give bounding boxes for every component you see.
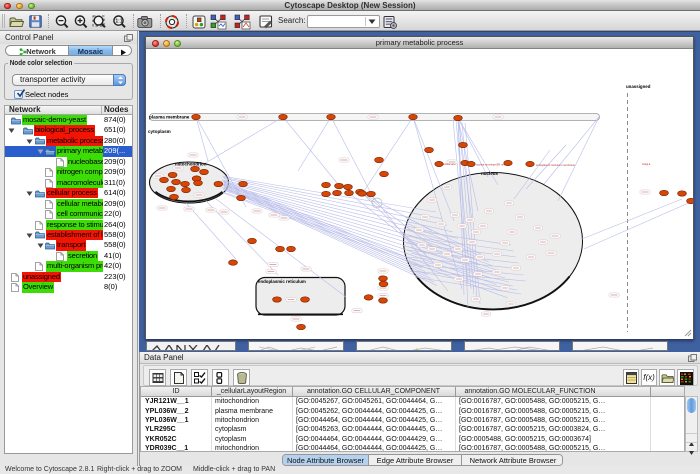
svg-text:unassigned: unassigned bbox=[626, 84, 651, 89]
svg-text:mitochondrion: mitochondrion bbox=[175, 162, 207, 167]
svg-text:Golgi a.: Golgi a. bbox=[642, 162, 651, 166]
svg-text:1:1: 1:1 bbox=[115, 19, 122, 25]
svg-text:nucleus: nucleus bbox=[481, 171, 499, 176]
svg-text:endoplasmic reticulum membrane: endoplasmic reticulum membrane bbox=[536, 163, 575, 167]
svg-text:plasma membrane: plasma membrane bbox=[149, 115, 190, 120]
svg-text:nuclear env.: nuclear env. bbox=[442, 162, 456, 166]
svg-text:endoplasmic reticulum: endoplasmic reticulum bbox=[258, 279, 306, 284]
svg-text:cytoplasm: cytoplasm bbox=[148, 129, 171, 134]
